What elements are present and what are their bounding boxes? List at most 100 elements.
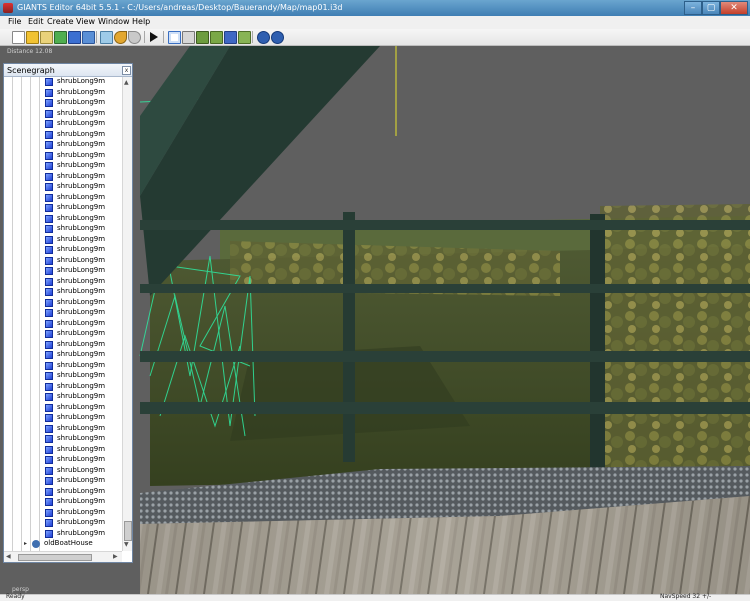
close-button[interactable]: ✕ xyxy=(720,1,748,15)
export-icon[interactable] xyxy=(82,31,95,44)
menu-view[interactable]: View xyxy=(76,17,95,26)
scenegraph-node[interactable]: shrubLong9m xyxy=(4,277,122,288)
scenegraph-node-label: shrubLong9m xyxy=(57,402,106,411)
properties-icon[interactable] xyxy=(100,31,113,44)
scenegraph-node[interactable]: shrubLong9m xyxy=(4,382,122,393)
scenegraph-node[interactable]: shrubLong9m xyxy=(4,161,122,172)
railing-bar xyxy=(140,351,750,362)
scenegraph-node[interactable]: shrubLong9m xyxy=(4,235,122,246)
scenegraph-node[interactable]: shrubLong9m xyxy=(4,518,122,529)
scenegraph-node[interactable]: shrubLong9m xyxy=(4,329,122,340)
terrain-sculpt-icon[interactable] xyxy=(210,31,223,44)
railing-post xyxy=(590,214,605,479)
scenegraph-node[interactable]: shrubLong9m xyxy=(4,455,122,466)
scenegraph-node[interactable]: shrubLong9m xyxy=(4,361,122,372)
scenegraph-node[interactable]: shrubLong9m xyxy=(4,413,122,424)
close-icon[interactable]: x xyxy=(122,66,131,75)
new-file-icon[interactable] xyxy=(12,31,25,44)
magnet-icon[interactable] xyxy=(182,31,195,44)
scenegraph-node[interactable]: shrubLong9m xyxy=(4,151,122,162)
scenegraph-node[interactable]: shrubLong9m xyxy=(4,403,122,414)
scenegraph-node[interactable]: shrubLong9m xyxy=(4,182,122,193)
scenegraph-node[interactable]: shrubLong9m xyxy=(4,476,122,487)
select-tool-icon[interactable] xyxy=(168,31,181,44)
scenegraph-node[interactable]: shrubLong9m xyxy=(4,224,122,235)
shape-node-icon xyxy=(45,109,53,118)
scenegraph-node[interactable]: shrubLong9m xyxy=(4,172,122,183)
scenegraph-node[interactable]: shrubLong9m xyxy=(4,487,122,498)
shape-node-icon xyxy=(45,256,53,265)
scenegraph-node[interactable]: shrubLong9m xyxy=(4,77,122,88)
scroll-up-icon[interactable]: ▲ xyxy=(124,79,129,86)
scenegraph-node[interactable]: shrubLong9m xyxy=(4,119,122,130)
scenegraph-horizontal-scrollbar[interactable]: ◀ ▶ xyxy=(4,551,122,562)
shape-node-icon xyxy=(45,372,53,380)
grass-paint-icon[interactable] xyxy=(238,31,251,44)
scenegraph-node-label: shrubLong9m xyxy=(57,234,106,243)
scenegraph-node[interactable]: shrubLong9m xyxy=(4,466,122,477)
scroll-left-icon[interactable]: ◀ xyxy=(6,553,11,560)
scenegraph-node[interactable]: shrubLong9m xyxy=(4,266,122,277)
scenegraph-node[interactable]: shrubLong9m xyxy=(4,256,122,267)
scenegraph-node[interactable]: shrubLong9m xyxy=(4,308,122,319)
scenegraph-node[interactable]: shrubLong9m xyxy=(4,98,122,109)
shape-node-icon xyxy=(45,340,53,349)
redo-icon[interactable] xyxy=(128,31,141,44)
scenegraph-node[interactable]: shrubLong9m xyxy=(4,508,122,519)
scenegraph-node[interactable]: shrubLong9m xyxy=(4,424,122,435)
maximize-button[interactable]: ▢ xyxy=(702,1,720,15)
open-file-icon[interactable] xyxy=(26,31,39,44)
scenegraph-node-label: shrubLong9m xyxy=(57,150,106,159)
scrollbar-thumb[interactable] xyxy=(124,521,132,541)
scenegraph-node-label: shrubLong9m xyxy=(57,392,106,400)
scenegraph-node[interactable]: shrubLong9m xyxy=(4,392,122,403)
scenegraph-node[interactable]: shrubLong9m xyxy=(4,434,122,445)
scenegraph-node-label: shrubLong9m xyxy=(57,308,106,316)
scenegraph-node[interactable]: shrubLong9m xyxy=(4,371,122,382)
toolbar-separator xyxy=(163,31,164,43)
refresh-icon[interactable] xyxy=(54,31,67,44)
settings-gear-icon[interactable] xyxy=(271,31,284,44)
minimize-button[interactable]: – xyxy=(684,1,702,15)
shape-node-icon xyxy=(45,403,53,412)
shape-node-icon xyxy=(45,267,53,275)
menu-edit[interactable]: Edit xyxy=(28,17,44,26)
save-icon[interactable] xyxy=(68,31,81,44)
play-icon[interactable] xyxy=(150,32,158,42)
scenegraph-node[interactable]: shrubLong9m xyxy=(4,88,122,99)
terrain-paint-icon[interactable] xyxy=(196,31,209,44)
menu-help[interactable]: Help xyxy=(132,17,150,26)
scenegraph-node[interactable]: shrubLong9m xyxy=(4,193,122,204)
scenegraph-header: Scenegraph x xyxy=(4,64,132,77)
scenegraph-node[interactable]: shrubLong9m xyxy=(4,287,122,298)
gear-icon[interactable] xyxy=(257,31,270,44)
scenegraph-node[interactable]: shrubLong9m xyxy=(4,140,122,151)
scenegraph-node[interactable]: shrubLong9m xyxy=(4,130,122,141)
hscrollbar-thumb[interactable] xyxy=(18,554,92,561)
scenegraph-node[interactable]: shrubLong9m xyxy=(4,214,122,225)
status-text: Ready xyxy=(6,593,25,600)
scroll-right-icon[interactable]: ▶ xyxy=(113,553,118,560)
scenegraph-node[interactable]: shrubLong9m xyxy=(4,203,122,214)
undo-icon[interactable] xyxy=(114,31,127,44)
scenegraph-node[interactable]: shrubLong9m xyxy=(4,298,122,309)
scenegraph-node[interactable]: shrubLong9m xyxy=(4,109,122,120)
menu-create[interactable]: Create xyxy=(47,17,74,26)
menu-file[interactable]: File xyxy=(8,17,21,26)
scenegraph-node[interactable]: shrubLong9m xyxy=(4,340,122,351)
scenegraph-node[interactable]: shrubLong9m xyxy=(4,445,122,456)
scenegraph-node[interactable]: shrubLong9m xyxy=(4,529,122,540)
scenegraph-node[interactable]: shrubLong9m xyxy=(4,319,122,330)
edit-file-icon[interactable] xyxy=(40,31,53,44)
scenegraph-node[interactable]: shrubLong9m xyxy=(4,350,122,361)
menu-window[interactable]: Window xyxy=(98,17,130,26)
scenegraph-node[interactable]: shrubLong9m xyxy=(4,497,122,508)
shape-node-icon xyxy=(45,99,53,107)
foliage-paint-icon[interactable] xyxy=(224,31,237,44)
scenegraph-tree[interactable]: shrubLong9m shrubLong9m shrubLong9m shrubLo… xyxy=(4,77,122,551)
scenegraph-vertical-scrollbar[interactable]: ▲ ▼ xyxy=(122,77,132,551)
expand-arrow-icon[interactable]: ▸ xyxy=(24,540,27,547)
scroll-down-icon[interactable]: ▼ xyxy=(124,541,129,548)
scenegraph-node[interactable]: shrubLong9m xyxy=(4,245,122,256)
scenegraph-node-group[interactable]: ▸ oldBoatHouse xyxy=(4,539,122,550)
